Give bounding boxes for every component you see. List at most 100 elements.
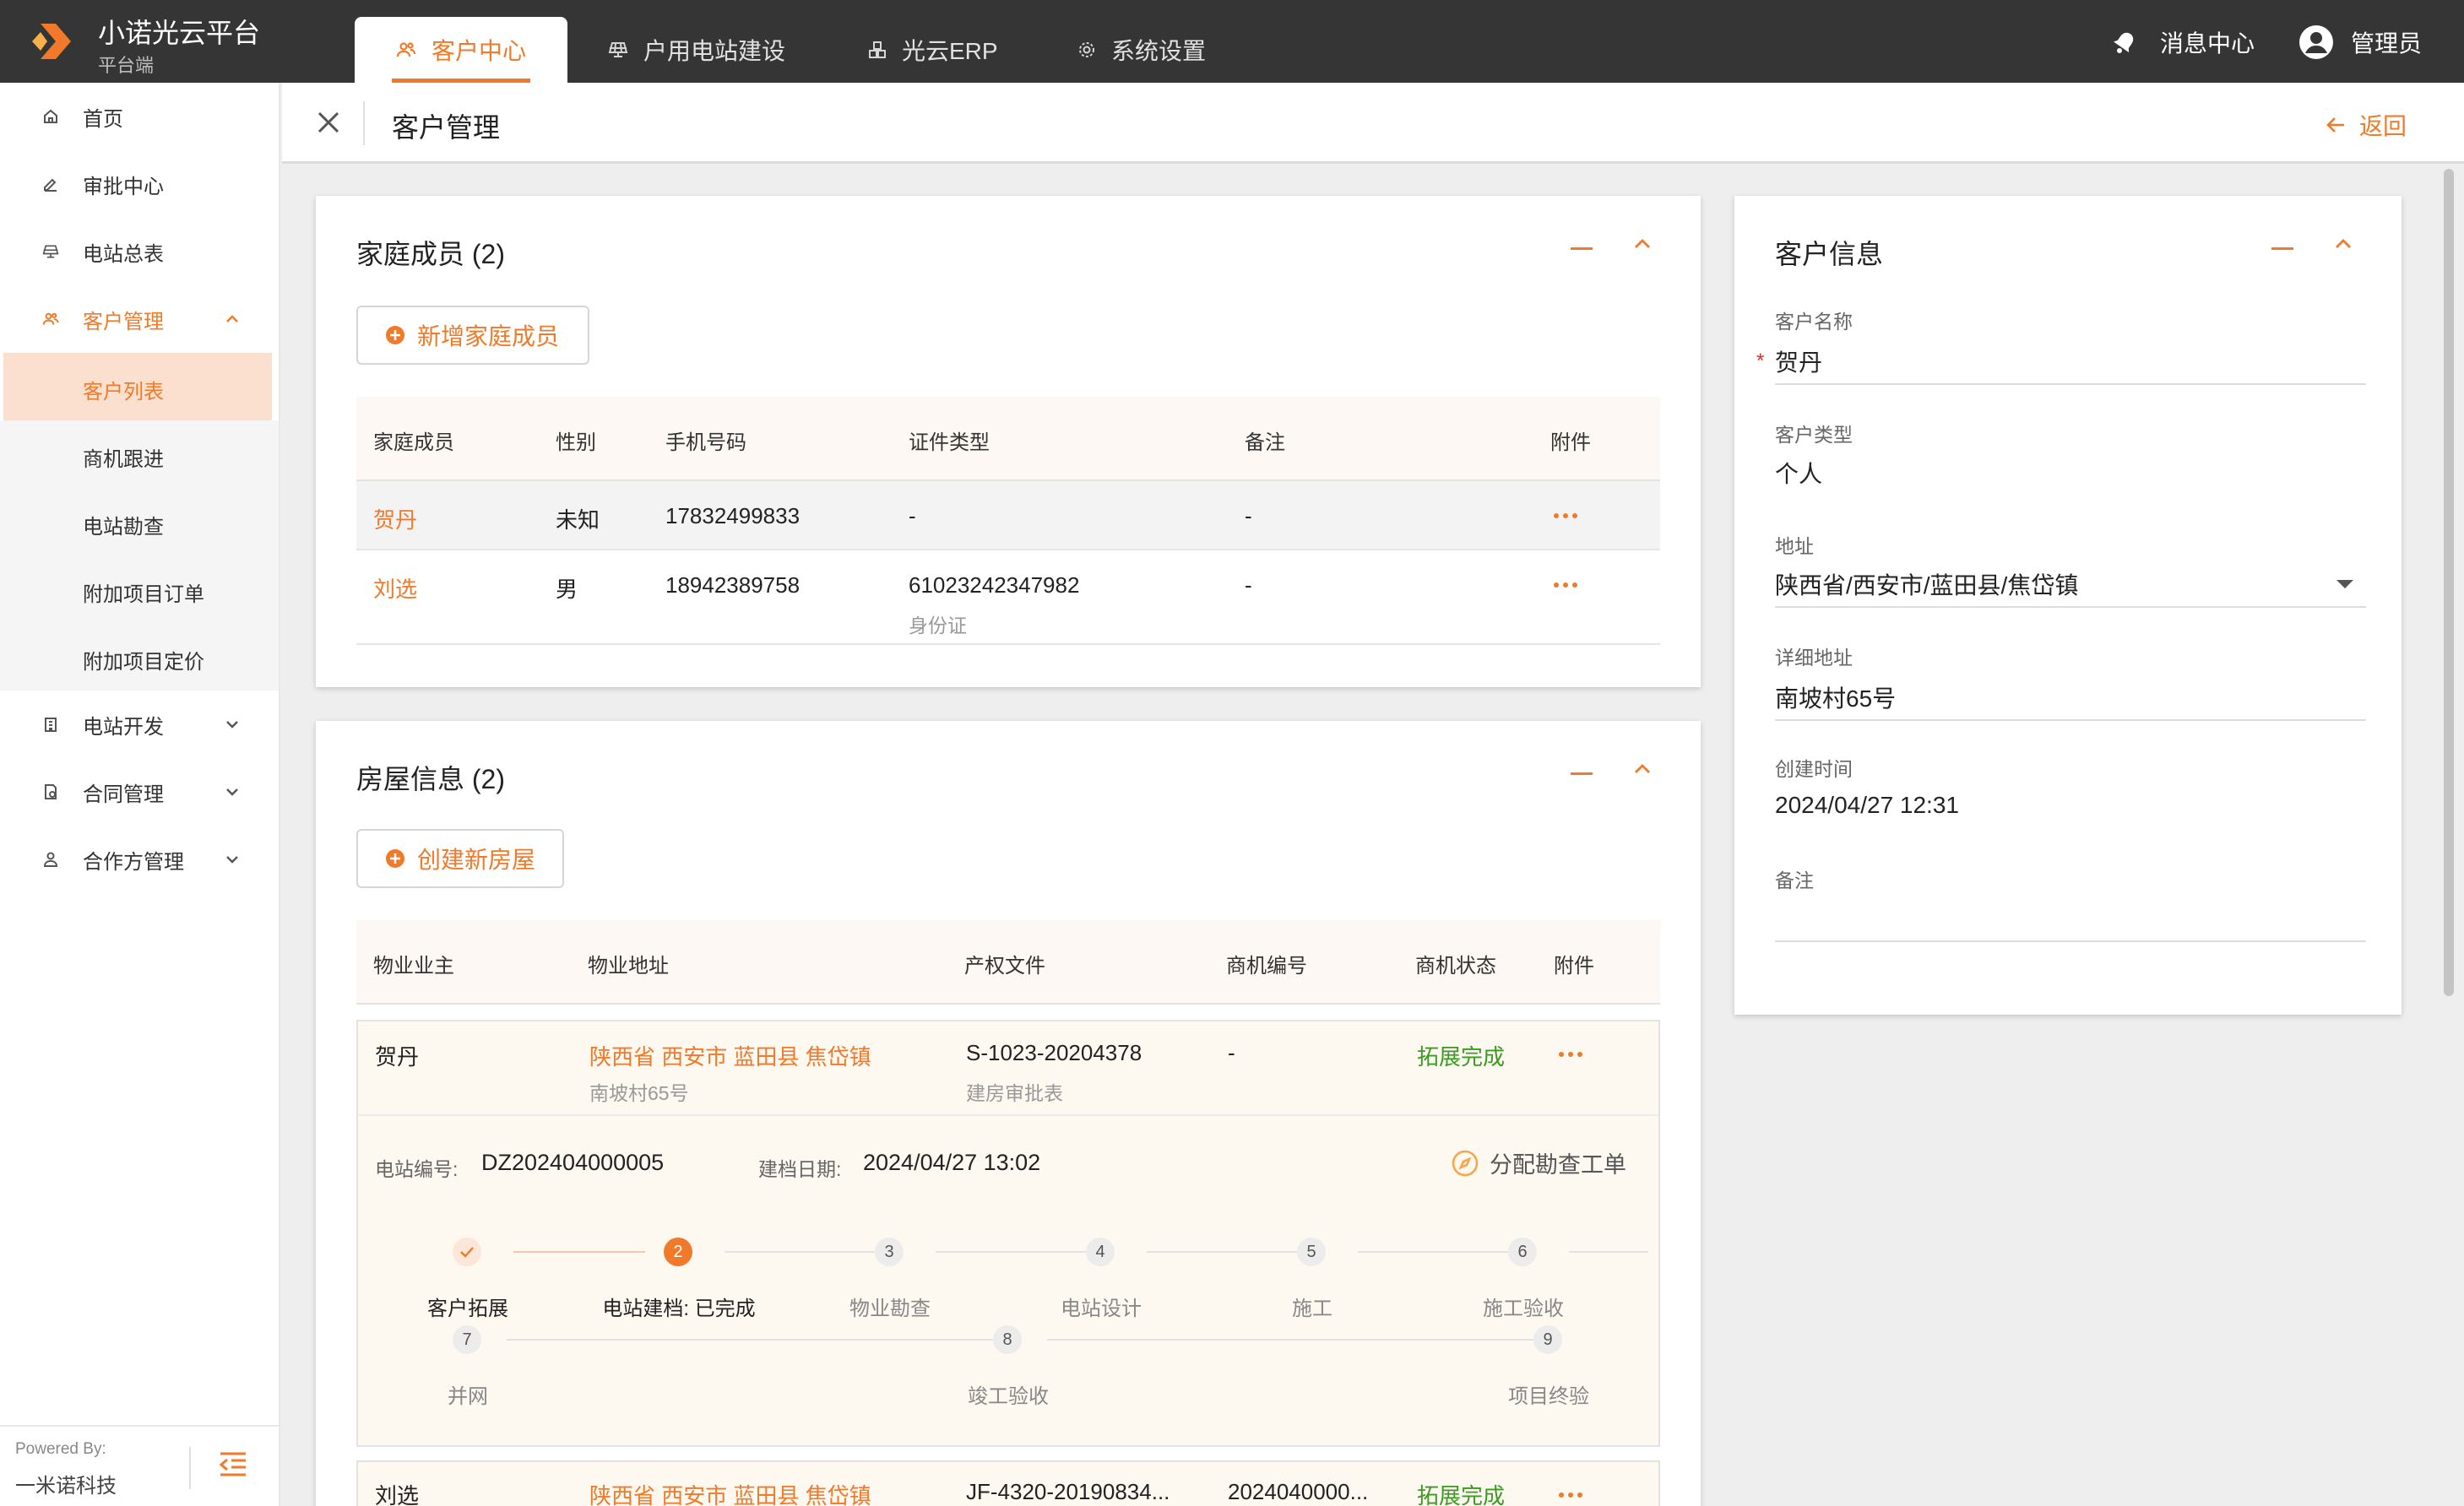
- page-title: 客户管理: [392, 112, 501, 143]
- step-connector: [725, 1251, 888, 1253]
- company-name: 一米诺科技: [15, 1475, 117, 1498]
- close-page-button[interactable]: [314, 108, 343, 137]
- table-row[interactable]: 贺丹 未知 17832499833 - -: [356, 481, 1660, 550]
- table-row[interactable]: 刘选 陕西省 西安市 蓝田县 焦岱镇 JF-4320-20190834... 2…: [356, 1460, 1660, 1506]
- customer-name-field[interactable]: 贺丹: [1775, 344, 1822, 378]
- column-header: 商机编号: [1226, 955, 1307, 978]
- bell-icon: [2111, 29, 2138, 56]
- step-label: 施工验收: [1483, 1297, 1564, 1320]
- app-logo: [25, 17, 74, 66]
- collapse-sidebar-button[interactable]: [218, 1450, 248, 1479]
- sidebar: 首页 审批中心 电站总表 客户管理 客户列表 商机跟进 电站勘查 附加项目订单 …: [0, 83, 280, 1506]
- house-info-card: 房屋信息 (2) 创建新房屋 物业业主 物业地址 产权文件 商机编号 商机状态 …: [316, 721, 1701, 1506]
- user-menu[interactable]: 管理员: [2298, 22, 2422, 62]
- house-address-link[interactable]: 陕西省 西安市 蓝田县 焦岱镇: [589, 1479, 871, 1506]
- column-header: 性别: [556, 431, 596, 454]
- add-family-member-button[interactable]: 新增家庭成员: [356, 306, 589, 365]
- sidebar-item-label: 合作方管理: [83, 850, 184, 874]
- column-header: 手机号码: [665, 431, 746, 454]
- minimize-button[interactable]: [1571, 772, 1593, 777]
- address-select[interactable]: 陕西省/西安市/蓝田县/焦岱镇: [1775, 567, 2078, 601]
- back-label: 返回: [2359, 113, 2407, 139]
- minus-icon: [1571, 772, 1593, 775]
- collapse-button[interactable]: [2334, 238, 2353, 250]
- member-name-link[interactable]: 贺丹: [373, 503, 417, 534]
- contract-icon: [42, 783, 59, 800]
- column-header: 家庭成员: [373, 431, 454, 454]
- step-connector: [1147, 1251, 1311, 1253]
- opportunity-number: 2024040000...: [1228, 1479, 1369, 1504]
- customer-type-field[interactable]: 个人: [1775, 456, 1822, 490]
- created-time-label: 创建时间: [1775, 758, 1853, 780]
- menu-collapse-icon: [219, 1452, 246, 1476]
- sidebar-item-station-development[interactable]: 电站开发: [0, 691, 279, 758]
- step-label: 客户拓展: [427, 1297, 508, 1320]
- sidebar-item-approval[interactable]: 审批中心: [0, 150, 279, 218]
- messages-label: 消息中心: [2160, 30, 2255, 57]
- scrollbar-thumb[interactable]: [2444, 169, 2454, 996]
- more-icon[interactable]: [1559, 1492, 1582, 1498]
- more-icon[interactable]: [1554, 513, 1577, 518]
- collapse-button[interactable]: [1633, 238, 1652, 250]
- add-circle-icon: [385, 848, 405, 869]
- tab-customer-center[interactable]: 客户中心: [355, 17, 567, 83]
- step-9: 9: [1533, 1325, 1562, 1354]
- gear-icon: [1077, 41, 1096, 59]
- account-icon: [2298, 24, 2334, 60]
- more-icon[interactable]: [1554, 582, 1577, 588]
- building-icon: [42, 716, 59, 733]
- step-1-done: [453, 1238, 481, 1266]
- minimize-button[interactable]: [1571, 246, 1593, 252]
- add-family-label: 新增家庭成员: [417, 323, 560, 349]
- sidebar-subitem-opportunity[interactable]: 商机跟进: [0, 420, 279, 488]
- sidebar-subitem-label: 商机跟进: [83, 448, 164, 471]
- sidebar-subitem-station-survey[interactable]: 电站勘查: [0, 488, 279, 555]
- minimize-button[interactable]: [2271, 246, 2293, 252]
- create-house-button[interactable]: 创建新房屋: [356, 829, 564, 888]
- table-row[interactable]: 刘选 男 18942389758 61023242347982 身份证 -: [356, 550, 1660, 645]
- sidebar-item-partner[interactable]: 合作方管理: [0, 826, 279, 893]
- sidebar-item-customer-management[interactable]: 客户管理: [0, 285, 279, 353]
- minus-icon: [2271, 247, 2293, 250]
- assign-survey-button[interactable]: 分配勘查工单: [1451, 1146, 1626, 1179]
- collapse-button[interactable]: [1633, 763, 1652, 775]
- step-label: 物业勘查: [849, 1297, 931, 1320]
- sidebar-subitem-addon-pricing[interactable]: 附加项目定价: [0, 623, 279, 691]
- step-connector: [507, 1339, 993, 1341]
- customer-card-title: 客户信息: [1775, 239, 1884, 269]
- compass-icon: [1451, 1149, 1479, 1178]
- tab-household-station[interactable]: 户用电站建设: [608, 17, 785, 83]
- member-id-type: 身份证: [909, 615, 967, 637]
- step-label: 项目终验: [1508, 1385, 1589, 1408]
- more-icon[interactable]: [1559, 1052, 1582, 1057]
- detail-address-field[interactable]: 南坡村65号: [1775, 680, 1896, 714]
- family-card-title: 家庭成员 (2): [356, 239, 506, 269]
- messages-button[interactable]: 消息中心: [2111, 22, 2255, 62]
- dropdown-arrow-icon[interactable]: [2336, 579, 2354, 589]
- member-name-link[interactable]: 刘选: [373, 572, 417, 604]
- step-7: 7: [453, 1325, 481, 1354]
- tab-erp[interactable]: 光云ERP: [868, 17, 998, 83]
- opportunity-status: 拓展完成: [1417, 1044, 1506, 1070]
- property-document-type: 建房审批表: [966, 1082, 1063, 1104]
- house-row-expanded: 贺丹 陕西省 西安市 蓝田县 焦岱镇 南坡村65号 S-1023-2020437…: [356, 1020, 1660, 1447]
- column-header: 商机状态: [1415, 955, 1496, 978]
- back-button[interactable]: 返回: [2326, 108, 2407, 142]
- station-number-label: 电站编号:: [375, 1158, 459, 1180]
- house-address-link[interactable]: 陕西省 西安市 蓝田县 焦岱镇: [589, 1040, 871, 1071]
- step-connector: [1358, 1251, 1522, 1253]
- step-6: 6: [1508, 1238, 1537, 1266]
- table-row[interactable]: 贺丹 陕西省 西安市 蓝田县 焦岱镇 南坡村65号 S-1023-2020437…: [358, 1021, 1658, 1116]
- sidebar-item-station-list[interactable]: 电站总表: [0, 218, 279, 285]
- footer-divider: [189, 1447, 191, 1489]
- sidebar-item-home[interactable]: 首页: [0, 83, 279, 150]
- tab-system-settings[interactable]: 系统设置: [1077, 17, 1206, 83]
- step-2-active: 2: [664, 1238, 692, 1266]
- sidebar-item-label: 审批中心: [83, 175, 164, 198]
- tab-label: 光云ERP: [902, 38, 998, 64]
- sidebar-subitem-customer-list[interactable]: 客户列表: [3, 353, 272, 420]
- partner-icon: [42, 851, 59, 868]
- sidebar-subitem-addon-orders[interactable]: 附加项目订单: [0, 555, 279, 623]
- sidebar-item-contract[interactable]: 合同管理: [0, 758, 279, 826]
- member-id-number: 61023242347982: [909, 572, 1080, 598]
